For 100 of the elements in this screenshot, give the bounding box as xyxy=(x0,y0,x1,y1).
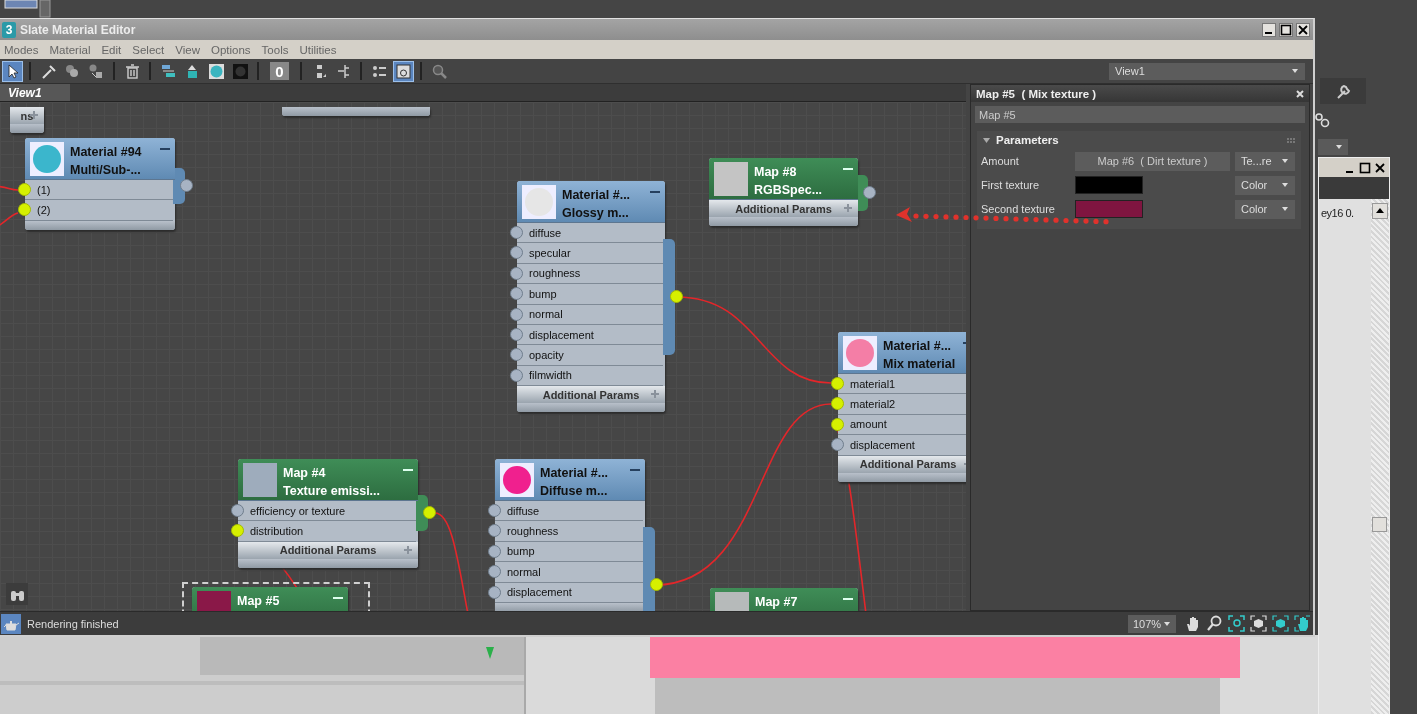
menu-item[interactable]: Utilities xyxy=(299,43,337,56)
node-header[interactable]: Material #94 Multi/Sub-... xyxy=(25,138,175,180)
socket[interactable] xyxy=(831,417,844,431)
node-header[interactable]: Map #7 xyxy=(710,588,858,611)
socket[interactable] xyxy=(831,438,844,452)
mode-dropdown[interactable]: Color xyxy=(1235,199,1295,219)
close-icon[interactable] xyxy=(1373,160,1387,175)
slot-label: normal xyxy=(529,308,563,321)
socket[interactable] xyxy=(488,504,501,517)
socket[interactable] xyxy=(488,544,501,558)
dark-bar xyxy=(1319,177,1389,199)
socket[interactable] xyxy=(18,183,31,196)
maximize-icon[interactable] xyxy=(1279,22,1293,37)
socket[interactable] xyxy=(510,307,523,321)
caret-icon xyxy=(1281,182,1289,188)
plus-icon xyxy=(844,204,852,212)
params-bar[interactable]: Additional Params xyxy=(517,386,665,404)
menu-item[interactable]: Select xyxy=(132,43,165,56)
number-button[interactable]: 0 xyxy=(270,62,289,80)
node-header[interactable]: Material #... Mix material xyxy=(838,332,966,374)
plus-icon xyxy=(404,545,412,554)
slot-label: distribution xyxy=(250,525,304,538)
caret-icon xyxy=(1281,158,1289,164)
socket[interactable] xyxy=(231,524,244,538)
wire xyxy=(0,185,19,191)
zoom-dropdown[interactable]: 107% xyxy=(1128,614,1176,633)
dropdown[interactable] xyxy=(1318,139,1348,155)
node-header[interactable]: Map #4 Texture emissi... xyxy=(238,459,418,501)
menu-item[interactable]: View xyxy=(175,43,200,56)
slot-label: material1 xyxy=(850,377,896,390)
slot-label: displacement xyxy=(529,328,594,341)
menu-item[interactable]: Options xyxy=(210,43,251,56)
slot-label: opacity xyxy=(529,349,564,362)
cube-icon[interactable] xyxy=(1247,613,1269,634)
plus-icon xyxy=(651,390,659,399)
slot-label: (1) xyxy=(37,183,51,196)
window-icon[interactable] xyxy=(392,60,414,82)
socket[interactable] xyxy=(510,246,523,260)
rollout-title[interactable]: Parameters xyxy=(996,134,1287,146)
socket[interactable] xyxy=(488,565,501,579)
node-header[interactable]: Material #... Glossy m... xyxy=(517,181,665,223)
scroll-thumb[interactable] xyxy=(1372,517,1387,532)
socket[interactable] xyxy=(510,327,523,341)
tab[interactable] xyxy=(1320,78,1366,104)
caret-icon xyxy=(1281,206,1289,212)
socket[interactable] xyxy=(510,368,523,382)
slot-label: displacement xyxy=(507,586,572,599)
slot-label: displacement xyxy=(850,438,915,451)
view-dropdown[interactable]: View1 xyxy=(1109,62,1305,80)
socket[interactable] xyxy=(510,348,523,362)
name-field[interactable]: Map #5 xyxy=(975,106,1305,123)
color-swatch[interactable] xyxy=(1075,176,1143,194)
slot-label: diffuse xyxy=(507,504,540,517)
color-swatch[interactable] xyxy=(1075,200,1143,218)
toolbar-icon[interactable] xyxy=(4,0,52,18)
mode-dropdown[interactable]: Color xyxy=(1235,175,1295,195)
socket[interactable] xyxy=(831,397,844,411)
mode-dropdown[interactable]: Te...re xyxy=(1235,151,1295,171)
panel-title: Map #5 ( Mix texture ) xyxy=(976,87,1097,100)
node-header[interactable]: Map #8 RGBSpec... xyxy=(709,158,858,200)
node-type: Glossy m... xyxy=(562,205,630,222)
caret-icon xyxy=(1163,620,1171,627)
close-icon[interactable] xyxy=(1296,22,1310,37)
node-title: Material #... xyxy=(883,338,953,355)
socket[interactable] xyxy=(510,266,523,280)
socket[interactable] xyxy=(510,287,523,301)
node-type: Multi/Sub-... xyxy=(70,162,142,179)
node-header[interactable]: Material #... Diffuse m... xyxy=(495,459,645,501)
hand-icon[interactable] xyxy=(1291,613,1313,634)
sphere-preview-icon xyxy=(31,143,63,175)
menu-item[interactable]: Edit xyxy=(101,43,122,56)
node-type: Texture emissi... xyxy=(283,483,382,500)
map-button[interactable]: Map #6 ( Dirt texture ) xyxy=(1075,151,1230,171)
cube-icon[interactable] xyxy=(1269,613,1291,634)
socket[interactable] xyxy=(831,377,844,390)
slot-label: bump xyxy=(507,545,535,558)
maximize-icon[interactable] xyxy=(1358,160,1372,175)
params-bar[interactable]: Additional Params xyxy=(709,200,858,217)
menu-item[interactable]: Material xyxy=(49,43,91,56)
socket[interactable] xyxy=(18,203,31,217)
minimize-icon[interactable] xyxy=(1262,22,1276,37)
grip-icon xyxy=(1287,137,1295,143)
socket[interactable] xyxy=(488,524,501,538)
menu-item[interactable]: Tools xyxy=(261,43,289,56)
param-label: Amount xyxy=(981,155,1020,167)
menu-item[interactable]: Modes xyxy=(4,43,39,56)
teapot-icon[interactable] xyxy=(1,613,21,634)
node-title: Material #94 xyxy=(70,144,143,161)
socket[interactable] xyxy=(510,226,523,239)
scrollbar[interactable] xyxy=(1371,199,1389,714)
socket[interactable] xyxy=(488,585,501,599)
gear-icon[interactable] xyxy=(1314,112,1330,128)
slot-label: amount xyxy=(850,418,887,431)
expand-icon[interactable] xyxy=(983,136,990,144)
zoom-region-icon[interactable] xyxy=(1225,613,1247,634)
socket[interactable] xyxy=(231,504,244,517)
view-tab[interactable]: View1 xyxy=(0,84,70,101)
node-header[interactable]: Map #5 xyxy=(192,587,348,611)
node-type: Mix material xyxy=(883,356,957,373)
binoculars-icon[interactable] xyxy=(6,583,28,605)
